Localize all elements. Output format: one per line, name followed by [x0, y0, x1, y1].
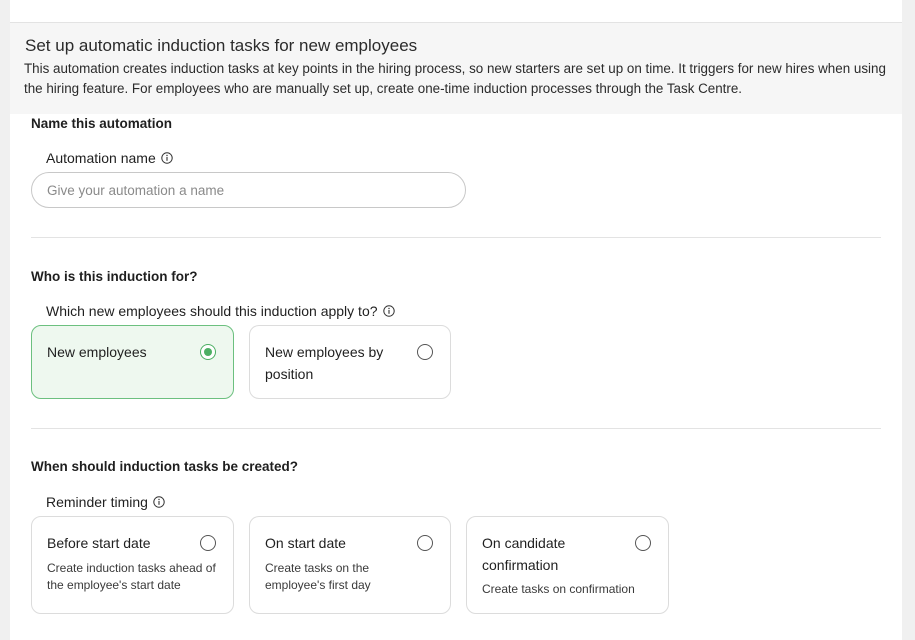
banner-description: This automation creates induction tasks …	[24, 61, 886, 96]
automation-name-label: Automation name	[46, 150, 173, 166]
employee-scope-question: Which new employees should this inductio…	[46, 303, 378, 319]
info-icon[interactable]	[161, 152, 173, 164]
option-before-start-date[interactable]: Before start date Create induction tasks…	[31, 516, 234, 614]
option-description: Create tasks on the employee's first day	[265, 561, 371, 592]
option-description: Create induction tasks ahead of the empl…	[47, 561, 216, 592]
employee-scope-label: Which new employees should this inductio…	[46, 303, 395, 319]
intro-banner: Set up automatic induction tasks for new…	[10, 23, 902, 114]
radio-unselected-icon[interactable]	[635, 535, 651, 551]
banner-title: Set up automatic induction tasks for new…	[25, 36, 418, 55]
radio-unselected-icon[interactable]	[417, 535, 433, 551]
info-icon[interactable]	[153, 496, 165, 508]
divider	[31, 428, 881, 429]
option-on-start-date[interactable]: On start date Create tasks on the employ…	[249, 516, 451, 614]
info-icon[interactable]	[382, 305, 395, 317]
radio-unselected-icon[interactable]	[417, 344, 433, 360]
top-strip	[10, 0, 902, 23]
option-new-employees-by-position[interactable]: New employees by position	[249, 325, 451, 399]
option-title: On candidate confirmation	[482, 535, 566, 573]
radio-selected-icon[interactable]	[200, 344, 216, 360]
option-new-employees[interactable]: New employees	[31, 325, 234, 399]
option-description: Create tasks on confirmation	[482, 582, 635, 596]
option-title: Before start date	[47, 535, 151, 551]
automation-form-panel: Set up automatic induction tasks for new…	[10, 0, 902, 640]
divider	[31, 237, 881, 238]
reminder-timing-label: Reminder timing	[46, 494, 165, 510]
when-section-title: When should induction tasks be created?	[31, 459, 299, 474]
option-on-candidate-confirmation[interactable]: On candidate confirmation Create tasks o…	[466, 516, 669, 614]
option-title: New employees by position	[265, 344, 384, 382]
name-section-title: Name this automation	[31, 116, 173, 131]
who-section-title: Who is this induction for?	[31, 269, 198, 284]
option-title: On start date	[265, 535, 346, 551]
reminder-timing-label-text: Reminder timing	[46, 494, 148, 510]
automation-name-label-text: Automation name	[46, 150, 156, 166]
radio-unselected-icon[interactable]	[200, 535, 216, 551]
option-title: New employees	[47, 344, 147, 360]
automation-name-input[interactable]	[31, 172, 466, 208]
